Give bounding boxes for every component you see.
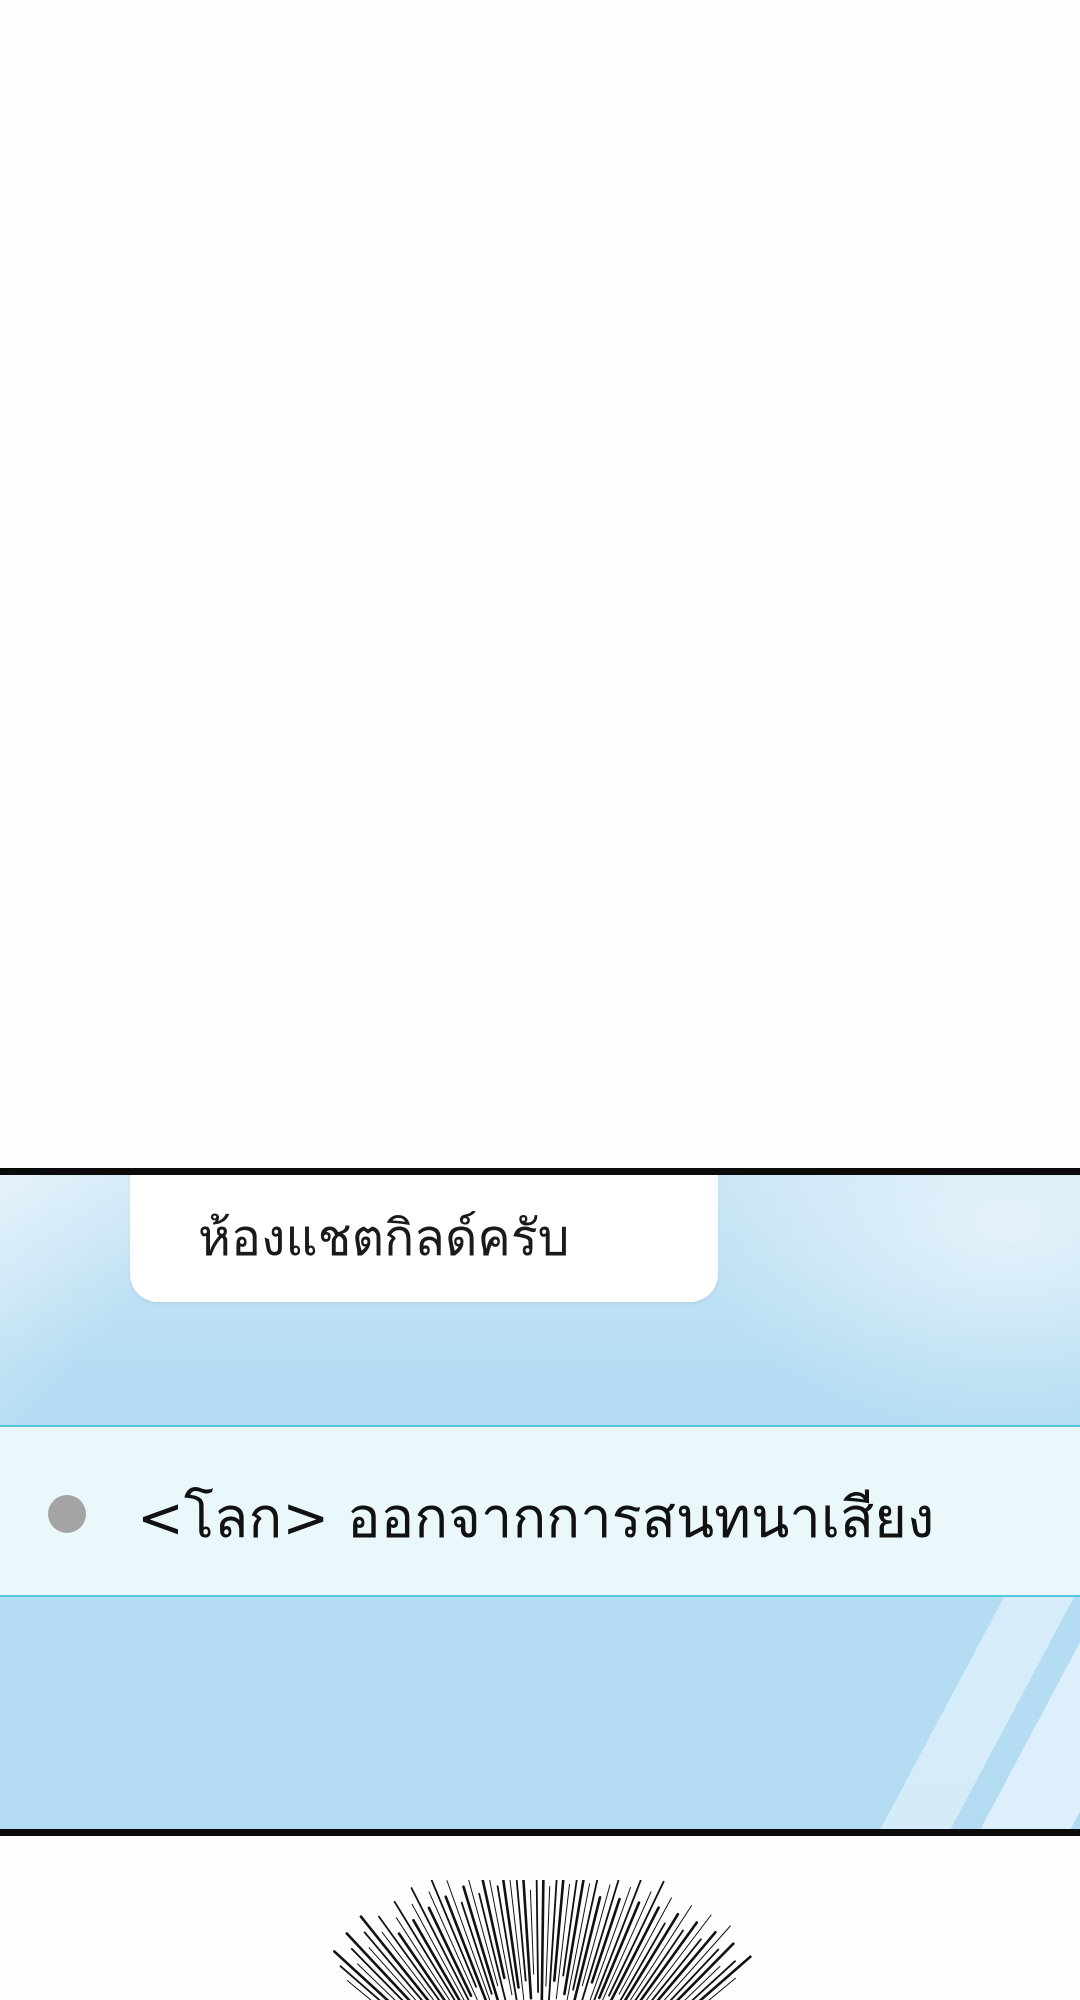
- tab-label: ห้องแชตกิลด์ครับ: [198, 1209, 570, 1267]
- speed-line: [548, 1880, 558, 2000]
- speed-line: [540, 1880, 545, 2000]
- speed-line: [535, 1880, 539, 1993]
- speed-line: [669, 1948, 720, 2000]
- system-message-row: <โลก> ออกจากการสนทนาเสียง: [0, 1425, 1080, 1597]
- speed-lines-burst-icon: [332, 1880, 752, 2000]
- system-message-text: <โลก> ออกจากการสนทนาเสียง: [137, 1486, 935, 1551]
- speed-line: [411, 1903, 465, 2000]
- tab-guild-chat[interactable]: ห้องแชตกิลด์ครับ: [130, 1175, 718, 1302]
- panel-glare-right: [690, 1175, 1080, 1435]
- speed-line: [522, 1880, 533, 2000]
- speed-line: [529, 1889, 535, 1975]
- chat-panel: ห้องแชตกิลด์ครับ <โลก> ออกจากการสนทนาเสี…: [0, 1168, 1080, 1836]
- speed-line: [545, 1886, 551, 1987]
- status-dot-icon: [48, 1495, 86, 1533]
- comic-page: ห้องแชตกิลด์ครับ <โลก> ออกจากการสนทนาเสี…: [0, 0, 1080, 2000]
- speed-line: [619, 1922, 666, 2000]
